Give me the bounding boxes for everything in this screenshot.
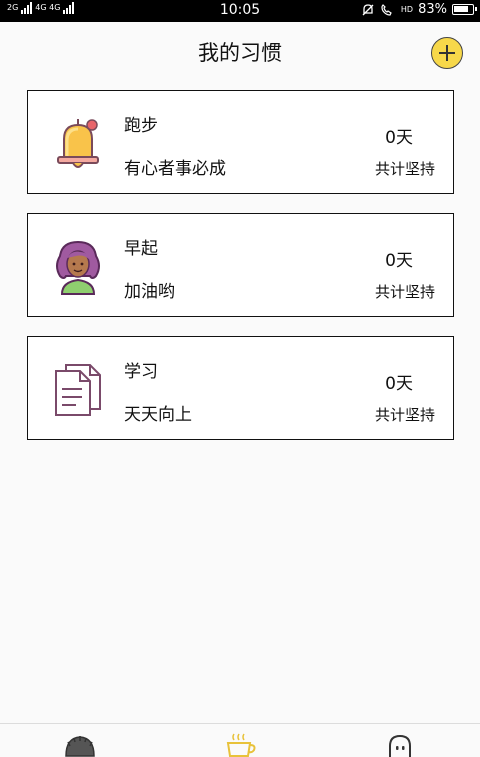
habit-name: 跑步 xyxy=(124,116,158,136)
habit-days: 0天 xyxy=(385,251,413,271)
habit-motto: 天天向上 xyxy=(124,405,192,425)
habit-days: 0天 xyxy=(385,374,413,394)
habit-total-label: 共计坚持 xyxy=(374,160,435,178)
document-icon xyxy=(55,364,101,416)
habit-card-early-rise[interactable]: 早起 加油哟 0天 共计坚持 xyxy=(27,213,454,317)
habit-total-label: 共计坚持 xyxy=(374,283,435,301)
mute-bell-icon xyxy=(362,3,374,15)
coffee-cup-icon xyxy=(226,733,256,757)
nav-tab-chat[interactable] xyxy=(382,732,418,757)
habit-motto: 有心者事必成 xyxy=(124,159,226,179)
bottom-nav xyxy=(0,723,480,757)
habit-card-running[interactable]: 跑步 有心者事必成 0天 共计坚持 xyxy=(27,90,454,194)
battery-percent: 83% xyxy=(418,2,447,17)
habit-days: 0天 xyxy=(385,128,413,148)
add-habit-button[interactable] xyxy=(431,37,463,69)
volte-call-icon xyxy=(381,3,392,16)
app-header: 我的习惯 xyxy=(0,22,480,82)
habit-card-study[interactable]: 学习 天天向上 0天 共计坚持 xyxy=(27,336,454,440)
nav-tab-coffee[interactable] xyxy=(222,732,258,757)
habit-name: 学习 xyxy=(124,362,158,382)
habit-name: 早起 xyxy=(124,239,158,259)
girl-avatar-icon xyxy=(56,240,100,295)
bell-icon xyxy=(57,119,99,168)
page-title: 我的习惯 xyxy=(198,41,282,65)
status-right-group: HD 83% xyxy=(361,2,477,17)
chat-bubble-icon xyxy=(389,734,411,757)
hd-label: HD xyxy=(400,5,414,14)
battery-icon xyxy=(452,4,477,15)
status-bar: 2G 4G 4G 10:05 HD 83% xyxy=(0,0,480,22)
nav-tab-hedgehog[interactable] xyxy=(62,732,98,757)
habit-motto: 加油哟 xyxy=(124,282,175,302)
hedgehog-icon xyxy=(65,736,95,757)
habit-total-label: 共计坚持 xyxy=(374,406,435,424)
